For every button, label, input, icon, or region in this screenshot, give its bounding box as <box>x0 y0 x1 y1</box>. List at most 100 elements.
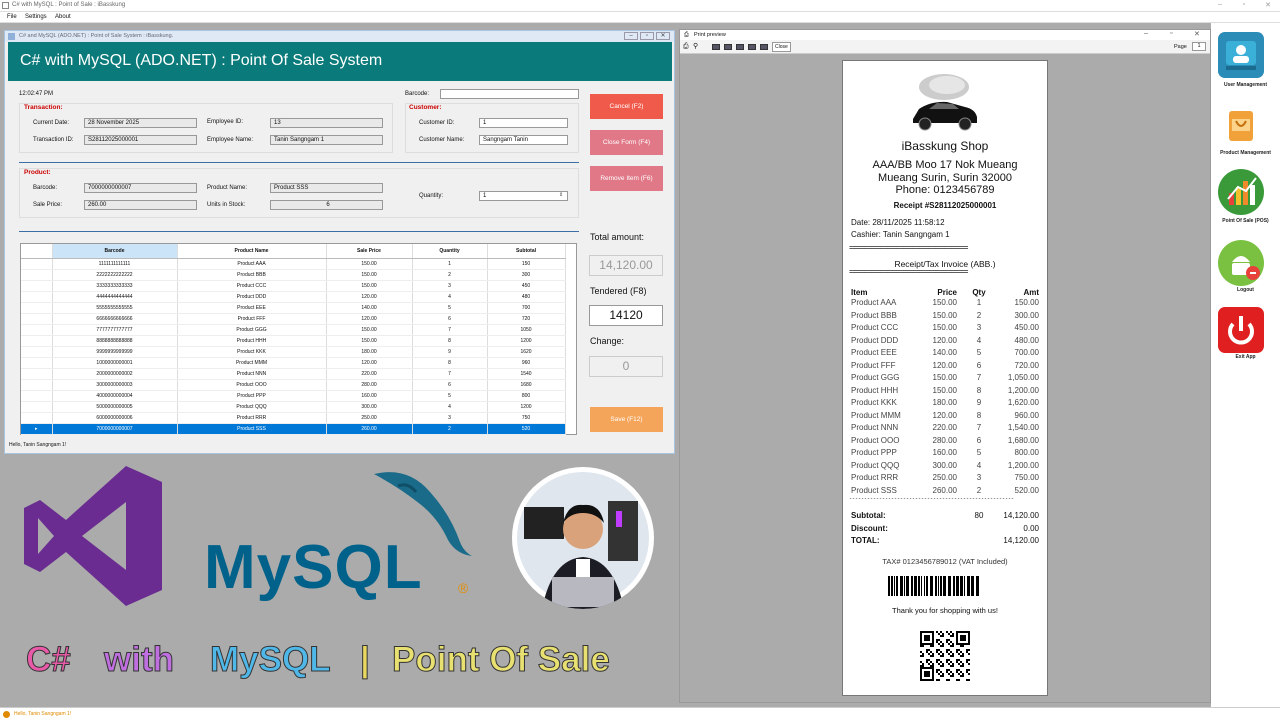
barcode-scan-input[interactable] <box>440 89 579 99</box>
employee-id-label: Employee ID: <box>207 119 244 125</box>
page-number-input[interactable]: 1 <box>1192 42 1206 51</box>
row-header[interactable] <box>21 346 53 358</box>
row-header[interactable] <box>21 269 53 281</box>
table-row[interactable]: 4000000000004 Product PPP 160.00 5 800 <box>21 390 566 402</box>
receipt-item-cell: 220.00 <box>932 423 957 432</box>
column-header-product-name[interactable]: Product Name <box>177 244 327 259</box>
preview-maximize-icon[interactable]: ▫ <box>1170 30 1172 37</box>
row-header[interactable] <box>21 357 53 369</box>
print-preview-titlebar: ⎙ Print preview – ▫ ✕ <box>680 30 1210 40</box>
table-row[interactable]: 2222222222222 Product BBB 150.00 2 300 <box>21 269 566 281</box>
cart-grid[interactable]: Barcode Product Name Sale Price Quantity… <box>20 243 577 435</box>
menu-about[interactable]: About <box>55 14 71 20</box>
two-pages-icon[interactable] <box>724 44 732 50</box>
android-logout-icon <box>1232 256 1260 280</box>
preview-close-icon[interactable]: ✕ <box>1194 30 1200 38</box>
qr-module <box>926 631 928 633</box>
row-header[interactable] <box>21 291 53 303</box>
row-header[interactable] <box>21 280 53 292</box>
table-row[interactable]: 5555555555555 Product EEE 140.00 5 700 <box>21 302 566 314</box>
row-header[interactable] <box>21 258 53 270</box>
save-button[interactable]: Save (F12) <box>590 407 663 432</box>
barcode-bar <box>891 576 893 596</box>
user-management-button[interactable] <box>1218 32 1264 78</box>
table-row[interactable]: 8888888888888 Product HHH 150.00 8 1200 <box>21 335 566 347</box>
table-row[interactable]: 7777777777777 Product GGG 150.00 7 1050 <box>21 324 566 336</box>
maximize-icon[interactable]: ▫ <box>1234 1 1254 8</box>
exit-app-button[interactable] <box>1218 307 1264 353</box>
table-row[interactable]: 1000000000001 Product MMM 120.00 8 960 <box>21 357 566 369</box>
stepper-arrows-icon[interactable]: ⇕ <box>559 192 563 198</box>
close-form-button[interactable]: Close Form (F4) <box>590 130 663 155</box>
form-close-icon[interactable]: ✕ <box>656 32 670 40</box>
minimize-icon[interactable]: – <box>1210 1 1230 8</box>
qr-module <box>962 655 964 657</box>
form-restore-icon[interactable]: ▫ <box>640 32 654 40</box>
row-header[interactable] <box>21 368 53 380</box>
product-name-field: Product SSS <box>270 183 383 193</box>
three-pages-icon[interactable] <box>736 44 744 50</box>
table-row[interactable]: 3000000000003 Product OOO 280.00 6 1680 <box>21 379 566 391</box>
barcode-bar <box>943 576 946 596</box>
qr-module <box>956 633 958 635</box>
preview-close-button[interactable]: Close <box>772 42 791 52</box>
column-header-sale-price[interactable]: Sale Price <box>326 244 413 259</box>
pos-button[interactable] <box>1218 169 1264 215</box>
cancel-button[interactable]: Cancel (F2) <box>590 94 663 119</box>
table-row[interactable]: 5000000000005 Product QQQ 300.00 4 1200 <box>21 401 566 413</box>
customer-id-input[interactable]: 1 <box>479 118 568 128</box>
close-icon[interactable]: ✕ <box>1258 1 1278 9</box>
customer-name-input[interactable]: Sangngam Tanin <box>479 135 568 145</box>
table-cell: 150.00 <box>326 335 413 347</box>
receipt-item-cell: 4 <box>976 460 982 470</box>
product-management-button[interactable] <box>1218 101 1264 147</box>
qr-module <box>950 661 952 663</box>
receipt-subtotal-qty: 80 <box>974 511 984 520</box>
row-header[interactable] <box>21 390 53 402</box>
print-icon[interactable]: ⎙ <box>683 43 689 51</box>
tendered-input[interactable]: 14120 <box>589 305 663 326</box>
table-cell: 7 <box>412 368 488 380</box>
row-header[interactable] <box>21 401 53 413</box>
table-cell: Product DDD <box>177 291 327 303</box>
column-header-quantity[interactable]: Quantity <box>412 244 488 259</box>
row-header[interactable]: ▸ <box>21 423 53 435</box>
preview-minimize-icon[interactable]: – <box>1144 30 1148 37</box>
table-row[interactable]: 6666666666666 Product FFF 120.00 6 720 <box>21 313 566 325</box>
qr-module <box>922 665 924 667</box>
table-row[interactable]: ▸ 7000000000007 Product SSS 260.00 2 520 <box>21 423 566 435</box>
row-header[interactable] <box>21 379 53 391</box>
logout-button[interactable] <box>1218 240 1264 286</box>
table-row[interactable]: 9999999999999 Product KKK 180.00 9 1620 <box>21 346 566 358</box>
row-header[interactable] <box>21 335 53 347</box>
menu-file[interactable]: File <box>7 14 17 20</box>
qr-module <box>960 661 962 663</box>
menu-settings[interactable]: Settings <box>25 14 47 20</box>
row-header[interactable] <box>21 324 53 336</box>
pos-chart-icon <box>1227 177 1257 205</box>
barcode-bar <box>964 576 965 596</box>
one-page-icon[interactable] <box>712 44 720 50</box>
barcode-bar <box>938 576 939 596</box>
six-pages-icon[interactable] <box>760 44 768 50</box>
column-header-subtotal[interactable]: Subtotal <box>487 244 566 259</box>
table-row[interactable]: 2000000000002 Product NNN 220.00 7 1540 <box>21 368 566 380</box>
row-header[interactable] <box>21 313 53 325</box>
table-row[interactable]: 6000000000006 Product RRR 250.00 3 750 <box>21 412 566 424</box>
print-preview-title: Print preview <box>694 32 726 38</box>
form-minimize-icon[interactable]: – <box>624 32 638 40</box>
four-pages-icon[interactable] <box>748 44 756 50</box>
remove-item-button[interactable]: Remove Item (F6) <box>590 166 663 191</box>
table-row[interactable]: 3333333333333 Product CCC 150.00 3 450 <box>21 280 566 292</box>
quantity-stepper[interactable]: 1 <box>479 191 568 201</box>
table-row[interactable]: 4444444444444 Product DDD 120.00 4 480 <box>21 291 566 303</box>
row-header[interactable] <box>21 302 53 314</box>
table-row[interactable]: 1111111111111 Product AAA 150.00 1 150 <box>21 258 566 270</box>
row-header[interactable] <box>21 412 53 424</box>
table-cell: Product OOO <box>177 379 327 391</box>
table-cell: 450 <box>487 280 566 292</box>
zoom-icon[interactable]: ⚲ <box>693 42 698 50</box>
table-cell: 120.00 <box>326 313 413 325</box>
column-header-barcode[interactable]: Barcode <box>52 244 178 259</box>
launcher-panel: User Management Product Management Point… <box>1211 23 1280 707</box>
